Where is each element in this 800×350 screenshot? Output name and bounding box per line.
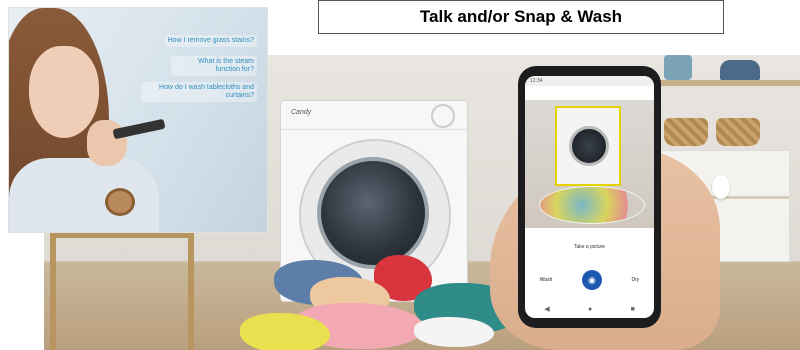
woman-shirt (9, 158, 159, 232)
android-nav-bar: ◀ ● ■ (525, 302, 654, 316)
clothing-item (414, 317, 494, 347)
shutter-button[interactable]: ◉ (581, 270, 602, 290)
dry-button[interactable]: Dry (631, 277, 639, 283)
voice-question: How do I wash tablecloths and curtains? (141, 82, 257, 102)
camera-icon: ◉ (587, 274, 596, 285)
chair-leg (188, 230, 194, 350)
washer-door-glass (317, 157, 429, 269)
back-icon[interactable]: ◀ (544, 305, 549, 313)
decor-egg (712, 175, 730, 199)
camera-controls: Wash ◉ Dry (525, 268, 654, 292)
washer-brand-logo: Candy (291, 109, 312, 116)
phone-screen: 12:34 Take a picture Wash ◉ Dry ◀ ● ■ (525, 76, 654, 318)
handheld-phone (112, 118, 166, 140)
status-time: 12:34 (530, 78, 543, 84)
status-bar: 12:34 (525, 76, 654, 86)
camera-viewfinder (525, 100, 654, 228)
chair-rail (50, 233, 194, 238)
detected-washer-frame (555, 106, 621, 186)
wall-shelf (650, 80, 800, 86)
voice-question: What is the steam function for? (171, 56, 257, 76)
home-icon[interactable]: ● (588, 306, 592, 313)
page-title: Talk and/or Snap & Wash (318, 0, 724, 34)
chair-leg (50, 230, 56, 350)
recents-icon[interactable]: ■ (631, 306, 635, 313)
detected-laundry-pile (539, 186, 645, 224)
wicker-basket (664, 118, 708, 146)
wristwatch (105, 188, 135, 216)
smartphone: 12:34 Take a picture Wash ◉ Dry ◀ ● ■ (518, 66, 661, 328)
woman-face (29, 46, 99, 138)
program-knob (431, 104, 455, 128)
voice-question: How I remove grass stains? (164, 35, 257, 47)
wash-button[interactable]: Wash (540, 277, 553, 283)
detected-washer-door (569, 126, 609, 166)
decor-vase (664, 55, 692, 80)
wicker-basket (716, 118, 760, 146)
decor-towel (720, 60, 760, 80)
voice-assistant-photo: How I remove grass stains? What is the s… (8, 7, 268, 233)
take-picture-label: Take a picture (573, 244, 606, 250)
washer-control-panel: Candy (281, 101, 467, 130)
